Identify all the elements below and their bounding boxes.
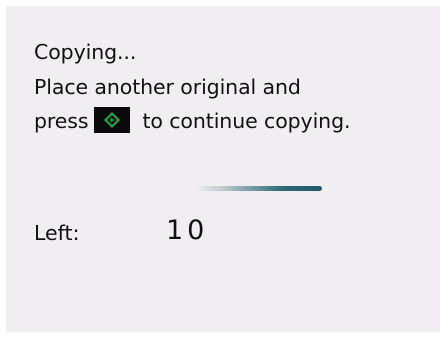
instruction-line-1: Place another original and	[34, 74, 301, 99]
instruction-line-2: press to continue copying.	[34, 104, 351, 139]
remaining-count: 10	[166, 215, 209, 246]
instruction-press-text: press	[34, 109, 89, 133]
status-message: Copying... Place another original and pr…	[34, 35, 351, 139]
copy-progress-bar	[196, 186, 322, 191]
start-diamond-icon	[104, 112, 121, 128]
instruction-continue-text: to continue copying.	[142, 109, 351, 133]
status-text: Copying...	[34, 40, 137, 64]
copy-progress-fill	[196, 186, 322, 191]
copy-status-screen: Copying... Place another original and pr…	[6, 6, 440, 332]
start-button-icon	[94, 107, 131, 133]
remaining-label: Left:	[34, 221, 80, 245]
